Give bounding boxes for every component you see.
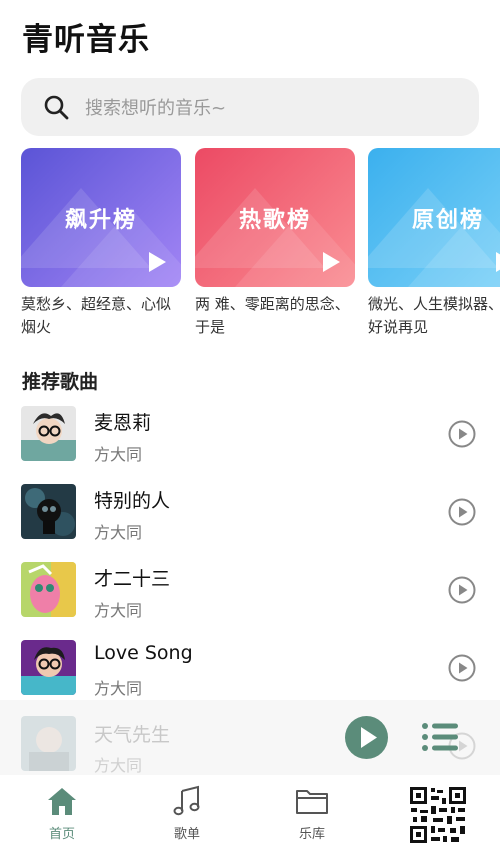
play-icon[interactable] (321, 251, 341, 273)
song-cover (21, 640, 76, 695)
play-circle-icon[interactable] (448, 498, 476, 526)
section-title: 推荐歌曲 (22, 371, 99, 393)
folder-icon (296, 790, 328, 814)
search-icon (44, 95, 69, 120)
home-icon (48, 788, 76, 815)
tab-bar: 首页 歌单 乐库 (0, 775, 500, 845)
tab-label: 乐库 (298, 827, 325, 842)
song-cover (21, 562, 76, 617)
chart-desc: 微光、人生模拟器、好好说再见 (368, 295, 500, 336)
song-cover (21, 484, 76, 539)
tab-label: 歌单 (173, 827, 200, 842)
song-title: 特别的人 (94, 490, 171, 512)
song-row[interactable]: 麦恩莉 方大同 (0, 404, 500, 482)
song-cover (21, 716, 76, 771)
song-artist: 方大同 (94, 756, 143, 775)
song-row[interactable]: 才二十三 方大同 (0, 560, 500, 638)
chart-card-soaring[interactable]: 飙升榜 莫愁乡、超经意、心似烟火 (21, 148, 181, 341)
song-artist: 方大同 (94, 523, 143, 542)
chart-card-original[interactable]: 原创榜 微光、人生模拟器、好好说再见 (368, 148, 500, 341)
play-button[interactable] (345, 716, 388, 759)
chart-cover[interactable]: 飙升榜 (21, 148, 181, 287)
song-artist: 方大同 (94, 601, 143, 620)
tab-library[interactable]: 乐库 (272, 785, 352, 842)
chart-desc: 莫愁乡、超经意、心似烟火 (21, 295, 172, 336)
player-bar[interactable]: 天气先生 方大同 (0, 700, 500, 775)
song-cover (21, 406, 76, 461)
search-placeholder: 搜索想听的音乐~ (85, 98, 227, 119)
song-artist: 方大同 (94, 679, 143, 698)
chart-name: 热歌榜 (238, 208, 311, 233)
chart-name: 飙升榜 (64, 208, 137, 233)
play-circle-icon[interactable] (448, 576, 476, 604)
chart-cover[interactable]: 热歌榜 (195, 148, 355, 287)
play-icon[interactable] (147, 251, 167, 273)
tab-label: 首页 (48, 827, 75, 842)
music-note-icon (173, 785, 200, 816)
tab-home[interactable]: 首页 (22, 785, 102, 842)
song-artist: 方大同 (94, 445, 143, 464)
chart-cards: 飙升榜 莫愁乡、超经意、心似烟火 热歌榜 两 难、零距离的思念、于是 原创榜 微… (21, 148, 500, 348)
play-circle-icon[interactable] (448, 654, 476, 682)
search-bar[interactable]: 搜索想听的音乐~ (21, 78, 479, 136)
playlist-icon[interactable] (421, 722, 459, 752)
app-title: 青听音乐 (22, 22, 150, 58)
song-title: Love Song (94, 642, 193, 664)
chart-desc: 两 难、零距离的思念、于是 (195, 295, 350, 336)
song-title: 才二十三 (94, 568, 171, 590)
tab-playlist[interactable]: 歌单 (147, 785, 227, 842)
song-title: 麦恩莉 (94, 412, 152, 434)
song-list: 麦恩莉 方大同 特别的人 方大同 才二十三 方大同 Love Song 方大同 (0, 404, 500, 716)
song-row[interactable]: 特别的人 方大同 (0, 482, 500, 560)
chart-cover[interactable]: 原创榜 (368, 148, 500, 287)
chart-name: 原创榜 (411, 208, 484, 233)
qr-code-icon[interactable] (409, 786, 467, 844)
play-icon[interactable] (494, 251, 500, 273)
song-title: 天气先生 (94, 724, 171, 746)
chart-card-hot[interactable]: 热歌榜 两 难、零距离的思念、于是 (195, 148, 355, 341)
play-circle-icon[interactable] (448, 420, 476, 448)
